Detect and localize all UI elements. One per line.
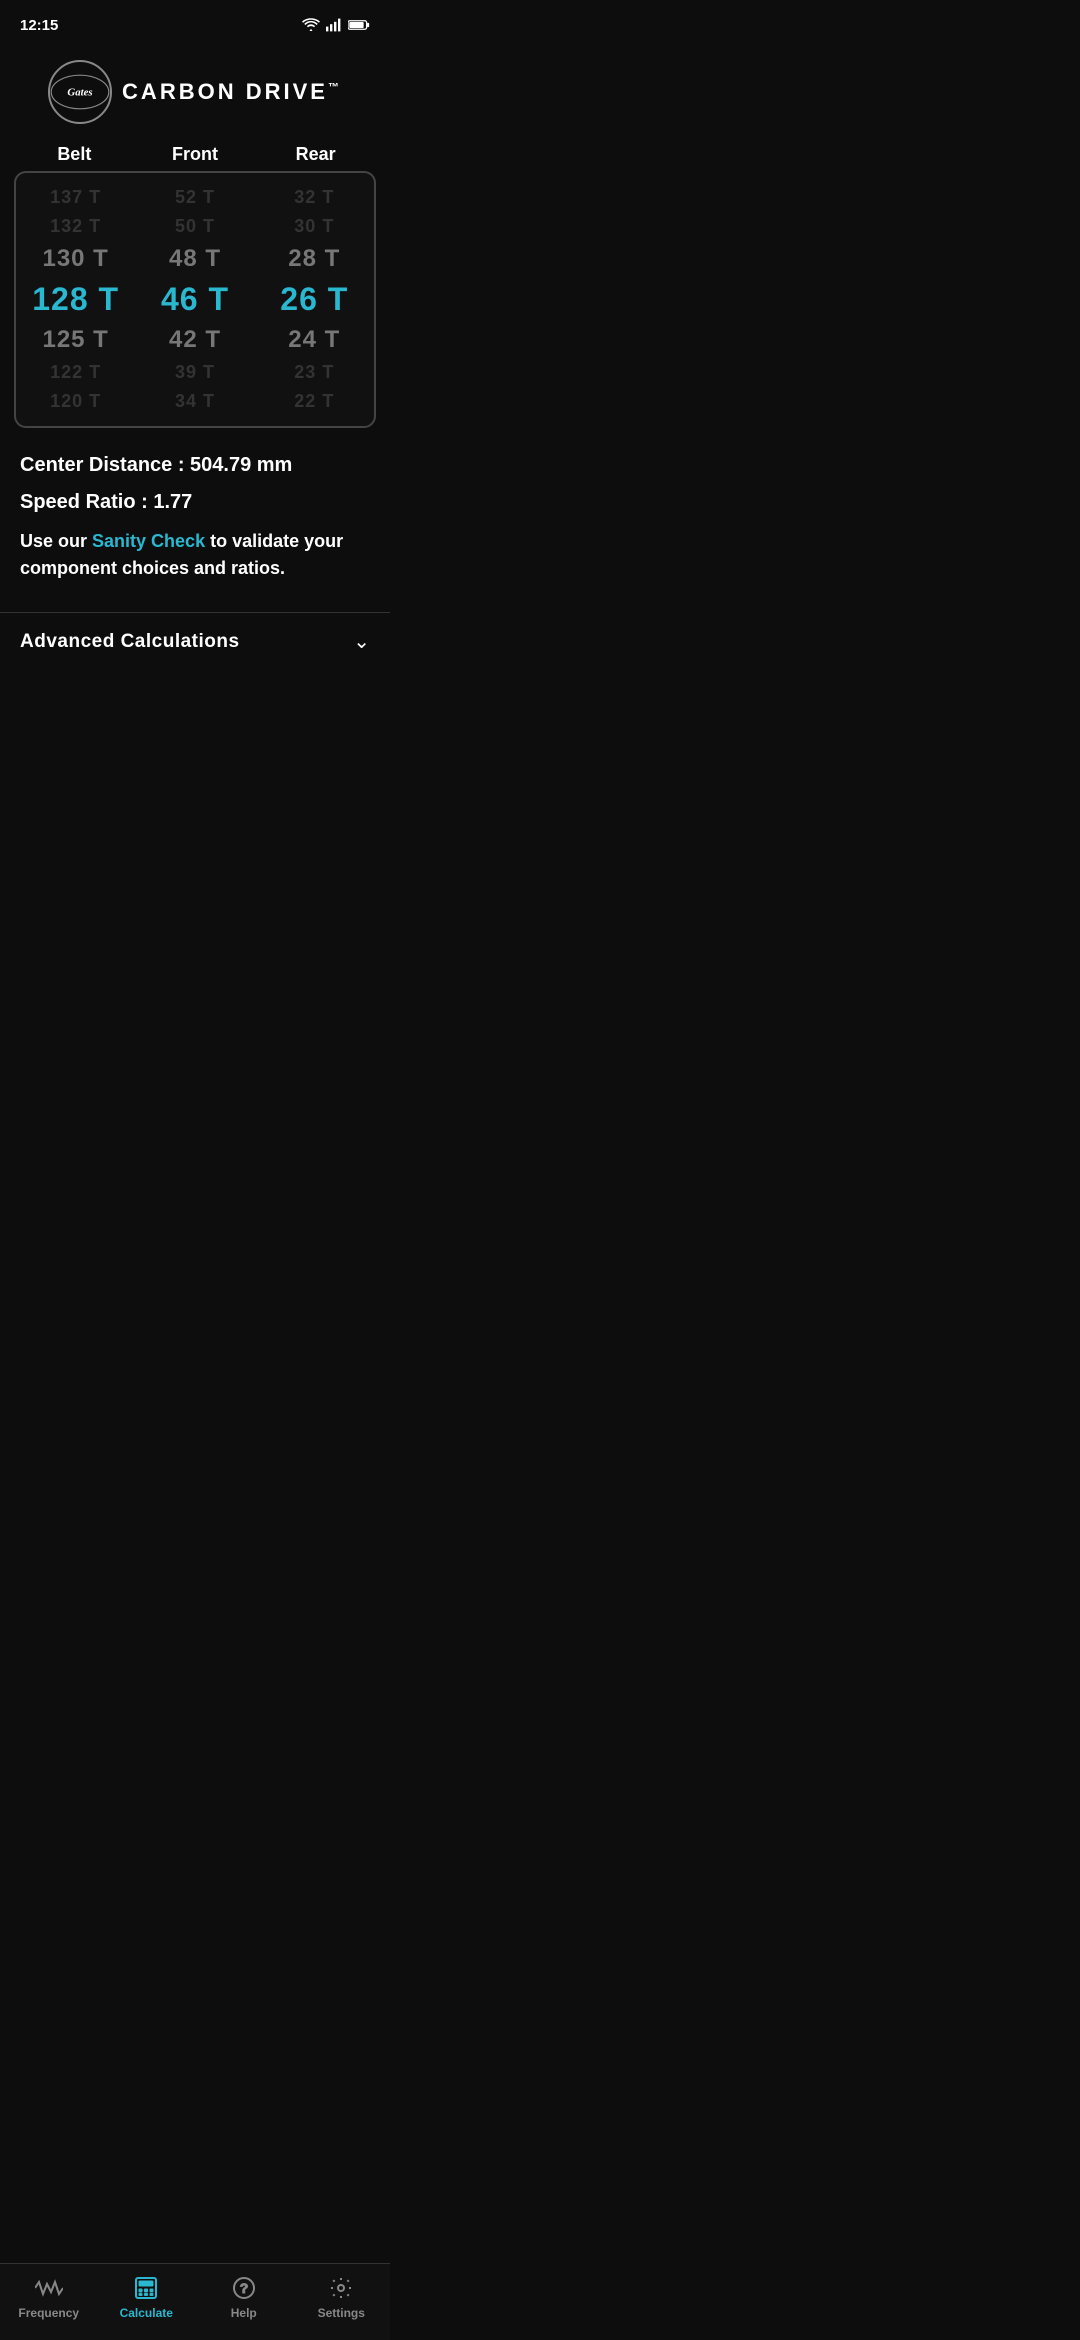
svg-text:?: ? bbox=[239, 2280, 248, 2296]
battery-icon bbox=[348, 19, 370, 31]
picker-cell-rear: 22 T bbox=[255, 391, 373, 412]
nav-label-settings: Settings bbox=[318, 2306, 365, 2320]
nav-item-frequency[interactable]: Frequency bbox=[0, 2274, 98, 2320]
advanced-calculations-label: Advanced Calculations bbox=[20, 631, 240, 653]
picker-cell-belt: 120 T bbox=[17, 391, 135, 412]
picker-cell-front: 42 T bbox=[136, 326, 254, 354]
svg-text:Gates: Gates bbox=[67, 87, 92, 99]
signal-icon bbox=[326, 18, 342, 32]
picker-row[interactable]: 128 T46 T26 T bbox=[16, 277, 374, 322]
picker-cell-rear: 26 T bbox=[255, 281, 373, 318]
picker-cell-belt: 130 T bbox=[17, 245, 135, 273]
sanity-check-link[interactable]: Sanity Check bbox=[92, 531, 205, 551]
picker-cell-front: 52 T bbox=[136, 187, 254, 208]
info-section: Center Distance : 504.79 mm Speed Ratio … bbox=[0, 444, 390, 612]
nav-label-calculate: Calculate bbox=[120, 2306, 173, 2320]
picker-row[interactable]: 137 T52 T32 T bbox=[16, 183, 374, 212]
picker-row[interactable]: 130 T48 T28 T bbox=[16, 241, 374, 277]
settings-icon bbox=[327, 2274, 355, 2302]
picker-cell-rear: 28 T bbox=[255, 245, 373, 273]
picker-cell-belt: 122 T bbox=[17, 362, 135, 383]
column-headers: Belt Front Rear bbox=[0, 144, 390, 165]
logo-area: Gates CARBON DRIVE™ bbox=[0, 44, 390, 144]
picker-cell-front: 50 T bbox=[136, 216, 254, 237]
picker-row[interactable]: 120 T34 T22 T bbox=[16, 387, 374, 416]
speed-ratio: Speed Ratio : 1.77 bbox=[20, 491, 370, 514]
rear-header: Rear bbox=[256, 144, 375, 165]
nav-label-frequency: Frequency bbox=[18, 2306, 79, 2320]
picker-cell-rear: 30 T bbox=[255, 216, 373, 237]
picker-cell-rear: 32 T bbox=[255, 187, 373, 208]
status-bar: 12:15 bbox=[0, 0, 390, 44]
picker-cell-front: 48 T bbox=[136, 245, 254, 273]
calculator-icon bbox=[132, 2274, 160, 2302]
gates-logo-svg: Gates bbox=[50, 70, 110, 114]
logo-oval: Gates bbox=[48, 60, 112, 124]
picker-cell-front: 46 T bbox=[136, 281, 254, 318]
picker-cell-belt: 132 T bbox=[17, 216, 135, 237]
picker-cell-front: 39 T bbox=[136, 362, 254, 383]
wifi-icon bbox=[302, 18, 320, 32]
wave-icon bbox=[35, 2274, 63, 2302]
picker-row[interactable]: 122 T39 T23 T bbox=[16, 358, 374, 387]
chevron-down-icon: ⌄ bbox=[353, 629, 370, 654]
status-icons bbox=[302, 18, 370, 32]
picker-cell-rear: 23 T bbox=[255, 362, 373, 383]
picker-row[interactable]: 132 T50 T30 T bbox=[16, 212, 374, 241]
advanced-calculations-row[interactable]: Advanced Calculations ⌄ bbox=[0, 612, 390, 670]
nav-item-settings[interactable]: Settings bbox=[293, 2274, 391, 2320]
picker-cell-belt: 125 T bbox=[17, 326, 135, 354]
belt-header: Belt bbox=[15, 144, 134, 165]
logo-container: Gates CARBON DRIVE™ bbox=[48, 60, 342, 124]
nav-item-calculate[interactable]: Calculate bbox=[98, 2274, 196, 2320]
picker-container[interactable]: 137 T52 T32 T132 T50 T30 T130 T48 T28 T1… bbox=[14, 171, 376, 428]
nav-label-help: Help bbox=[231, 2306, 257, 2320]
nav-item-help[interactable]: ? Help bbox=[195, 2274, 293, 2320]
picker-cell-front: 34 T bbox=[136, 391, 254, 412]
picker-cell-belt: 128 T bbox=[17, 281, 135, 318]
center-distance: Center Distance : 504.79 mm bbox=[20, 454, 370, 477]
help-circle-icon: ? bbox=[230, 2274, 258, 2302]
status-time: 12:15 bbox=[20, 17, 58, 34]
bottom-nav: Frequency Calculate ? Help bbox=[0, 2263, 390, 2340]
sanity-text-1: Use our bbox=[20, 531, 92, 551]
picker-row[interactable]: 125 T42 T24 T bbox=[16, 322, 374, 358]
front-header: Front bbox=[135, 144, 254, 165]
sanity-check-text: Use our Sanity Check to validate your co… bbox=[20, 528, 370, 582]
picker-cell-belt: 137 T bbox=[17, 187, 135, 208]
picker-cell-rear: 24 T bbox=[255, 326, 373, 354]
logo-text: CARBON DRIVE™ bbox=[122, 79, 342, 105]
